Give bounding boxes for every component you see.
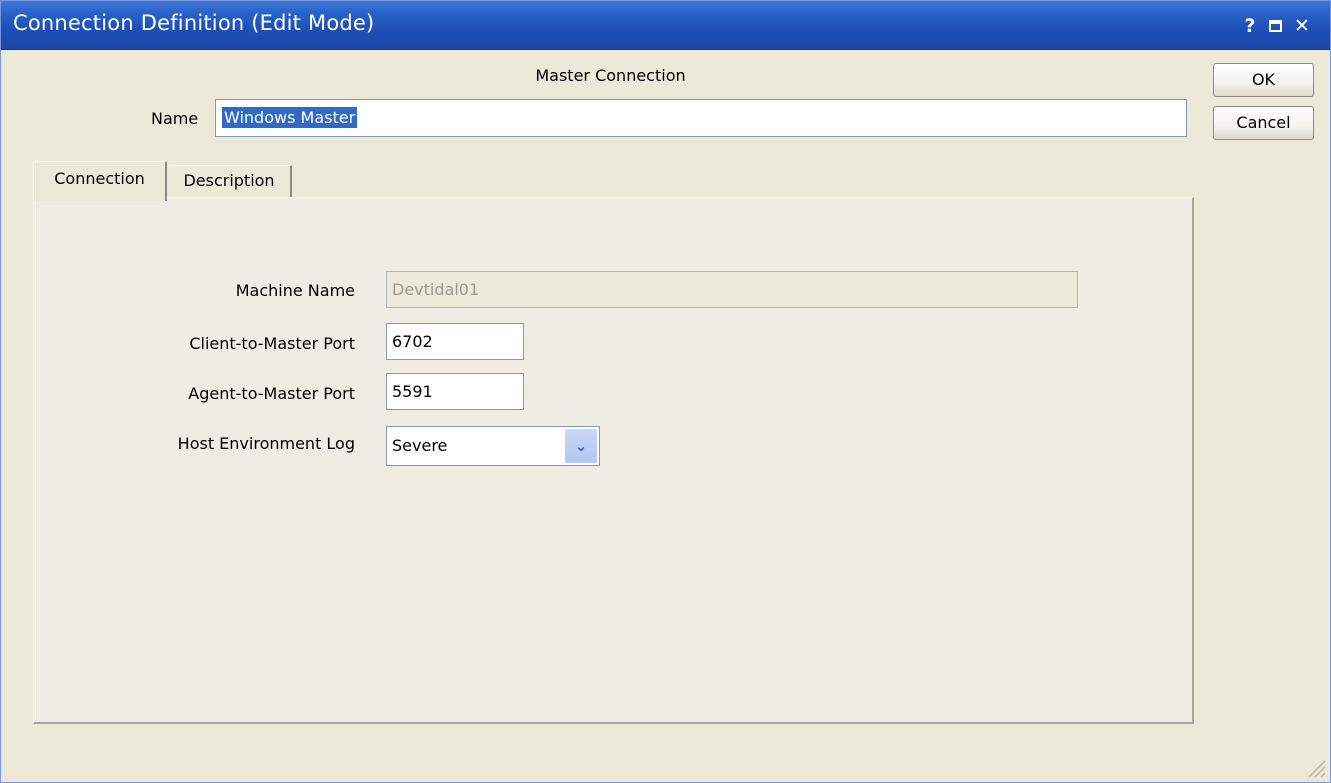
help-icon[interactable]: ?	[1239, 15, 1261, 37]
title-bar[interactable]: Connection Definition (Edit Mode) ? ✕	[1, 1, 1330, 50]
name-value-selected: Windows Master	[222, 107, 358, 128]
connection-definition-dialog: Connection Definition (Edit Mode) ? ✕ Ma…	[0, 0, 1331, 783]
host-log-dropdown[interactable]: Severe ⌄	[386, 426, 600, 466]
ok-button[interactable]: OK	[1213, 63, 1314, 97]
machine-name-field: Devtidal01	[386, 271, 1078, 308]
chevron-down-icon[interactable]: ⌄	[565, 429, 597, 463]
host-log-value: Severe	[392, 436, 448, 455]
dialog-header: Master Connection	[535, 66, 686, 85]
agent-port-field[interactable]: 5591	[386, 373, 524, 410]
agent-port-label: Agent-to-Master Port	[188, 384, 355, 403]
tab-connection[interactable]: Connection	[33, 161, 167, 201]
name-label: Name	[151, 109, 199, 128]
resize-grip-icon[interactable]	[1301, 753, 1327, 779]
host-log-label: Host Environment Log	[177, 434, 355, 453]
cancel-button[interactable]: Cancel	[1213, 106, 1314, 140]
machine-name-label: Machine Name	[235, 281, 355, 300]
maximize-icon[interactable]	[1264, 15, 1286, 37]
tab-description[interactable]: Description	[168, 165, 292, 198]
close-icon[interactable]: ✕	[1291, 15, 1313, 37]
name-input[interactable]: Windows Master	[215, 99, 1187, 137]
client-port-label: Client-to-Master Port	[189, 334, 355, 353]
window-title: Connection Definition (Edit Mode)	[13, 11, 375, 35]
client-port-field[interactable]: 6702	[386, 323, 524, 360]
